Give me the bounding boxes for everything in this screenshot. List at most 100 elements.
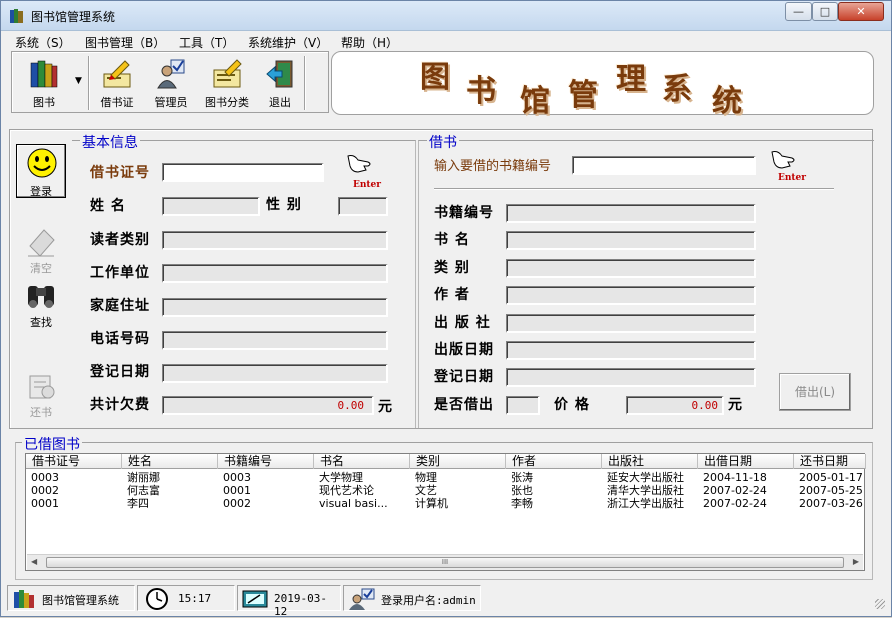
menu-help[interactable]: 帮助（H） [341, 34, 398, 51]
basic-info-title: 基本信息 [80, 132, 140, 152]
menu-tools[interactable]: 工具（T） [179, 34, 234, 51]
minimize-button[interactable]: — [785, 2, 812, 21]
books-button[interactable]: 图书 [16, 56, 72, 111]
cell: 文艺 [415, 484, 437, 497]
book-category-field [506, 259, 756, 278]
phone-field [162, 331, 388, 350]
books-icon [14, 590, 34, 608]
menu-book-management[interactable]: 图书管理（B） [85, 34, 165, 51]
clear-button[interactable]: 清空 [16, 222, 66, 276]
lent-field [506, 396, 540, 415]
cell: 0001 [31, 497, 59, 510]
reader-type-field [162, 231, 388, 250]
column-header[interactable]: 书籍编号 [218, 454, 314, 469]
column-header[interactable]: 出版社 [602, 454, 698, 469]
price-unit: 元 [728, 397, 743, 413]
author-label: 作 者 [434, 287, 470, 303]
banner-char: 管 [568, 78, 598, 113]
table-row[interactable]: 0002 何志富 0001 现代艺术论 文艺 张也 清华大学出版社 2007-0… [26, 484, 866, 497]
exit-label: 退出 [269, 96, 291, 109]
column-header[interactable]: 作者 [506, 454, 602, 469]
column-header[interactable]: 姓名 [122, 454, 218, 469]
author-field [506, 286, 756, 305]
find-button[interactable]: 查找 [16, 276, 66, 330]
address-label: 家庭住址 [90, 298, 150, 314]
book-category-button[interactable]: 图书分类 [200, 56, 254, 111]
scroll-right-icon[interactable]: ▶ [853, 557, 859, 566]
name-label: 姓 名 [90, 198, 126, 214]
owed-unit: 元 [378, 399, 393, 415]
book-reg-date-label: 登记日期 [434, 369, 494, 385]
main-window: 图书馆管理系统 — □ ✕ 系统（S） 图书管理（B） 工具（T） 系统维护（V… [0, 0, 892, 618]
cell: 延安大学出版社 [607, 471, 684, 484]
book-no-input[interactable] [572, 156, 756, 175]
table-header: 借书证号 姓名 书籍编号 书名 类别 作者 出版社 出借日期 还书日期 [26, 454, 866, 469]
borrowed-books-title: 已借图书 [22, 434, 82, 454]
binoculars-icon [28, 286, 54, 308]
cell: 李畅 [511, 497, 533, 510]
banner-char: 系 [662, 72, 692, 107]
return-book-icon [29, 375, 55, 399]
menu-maintenance[interactable]: 系统维护（V） [248, 34, 328, 51]
maximize-button[interactable]: □ [812, 2, 838, 21]
cell: 清华大学出版社 [607, 484, 684, 497]
scroll-thumb[interactable]: III [46, 557, 844, 568]
cell: 0001 [223, 484, 251, 497]
eraser-icon [28, 229, 55, 257]
hand-pointer-icon[interactable] [768, 148, 798, 172]
book-category-label: 图书分类 [205, 96, 249, 109]
books-dropdown-button[interactable]: ▼ [72, 56, 86, 111]
find-label: 查找 [30, 316, 52, 329]
divider [434, 188, 834, 190]
books-button-label: 图书 [33, 96, 55, 109]
banner-char: 图 [420, 60, 450, 95]
column-header[interactable]: 出借日期 [698, 454, 794, 469]
publisher-field [506, 314, 756, 333]
pub-date-label: 出版日期 [434, 342, 494, 358]
close-button[interactable]: ✕ [838, 2, 884, 21]
price-field: 0.00 [626, 396, 724, 415]
cell: 2007-05-25 [799, 484, 863, 497]
enter-hint: Enter [778, 173, 807, 183]
cell: visual basi... [319, 497, 388, 510]
login-button[interactable]: 登录 [16, 144, 66, 198]
cell: 2004-11-18 [703, 471, 767, 484]
return-button[interactable]: 还书 [16, 366, 66, 420]
column-header[interactable]: 还书日期 [794, 454, 866, 469]
column-header[interactable]: 类别 [410, 454, 506, 469]
reg-date-field [162, 364, 388, 383]
hand-pointer-icon[interactable] [344, 152, 374, 176]
scroll-left-icon[interactable]: ◀ [31, 557, 37, 566]
cell: 2007-02-24 [703, 484, 767, 497]
column-header[interactable]: 书名 [314, 454, 410, 469]
table-row[interactable]: 0003 谢丽娜 0003 大学物理 物理 张涛 延安大学出版社 2004-11… [26, 471, 866, 484]
cell: 大学物理 [319, 471, 363, 484]
cell: 计算机 [415, 497, 448, 510]
chevron-down-icon: ▼ [75, 76, 82, 86]
library-card-label: 借书证 [100, 96, 134, 109]
cell: 何志富 [127, 484, 160, 497]
phone-label: 电话号码 [90, 331, 150, 347]
status-time-value: 15:17 [178, 592, 212, 605]
cell: 0002 [31, 484, 59, 497]
cell: 浙江大学出版社 [607, 497, 684, 510]
horizontal-scrollbar[interactable]: ◀ III ▶ [27, 554, 863, 570]
table-row[interactable]: 0001 李四 0002 visual basi... 计算机 李畅 浙江大学出… [26, 497, 866, 510]
pub-date-field [506, 341, 756, 360]
library-card-button[interactable]: 借书证 [92, 56, 142, 111]
lend-button[interactable]: 借出(L) [779, 373, 851, 411]
cell: 2007-03-26 [799, 497, 863, 510]
card-no-input[interactable] [162, 163, 324, 182]
price-label: 价 格 [554, 397, 590, 413]
book-title-label: 书 名 [434, 232, 470, 248]
books-app-icon [10, 9, 23, 23]
status-app: 图书馆管理系统 [7, 585, 135, 611]
exit-button[interactable]: 退出 [258, 56, 302, 111]
admin-button[interactable]: 管理员 [146, 56, 196, 111]
menu-system[interactable]: 系统（S） [15, 34, 71, 51]
banner-char: 书 [466, 74, 496, 109]
resize-grip[interactable] [875, 599, 885, 609]
status-user: 登录用户名:admin [343, 585, 481, 611]
borrowed-books-table[interactable]: 借书证号 姓名 书籍编号 书名 类别 作者 出版社 出借日期 还书日期 0003… [25, 453, 866, 571]
column-header[interactable]: 借书证号 [26, 454, 122, 469]
